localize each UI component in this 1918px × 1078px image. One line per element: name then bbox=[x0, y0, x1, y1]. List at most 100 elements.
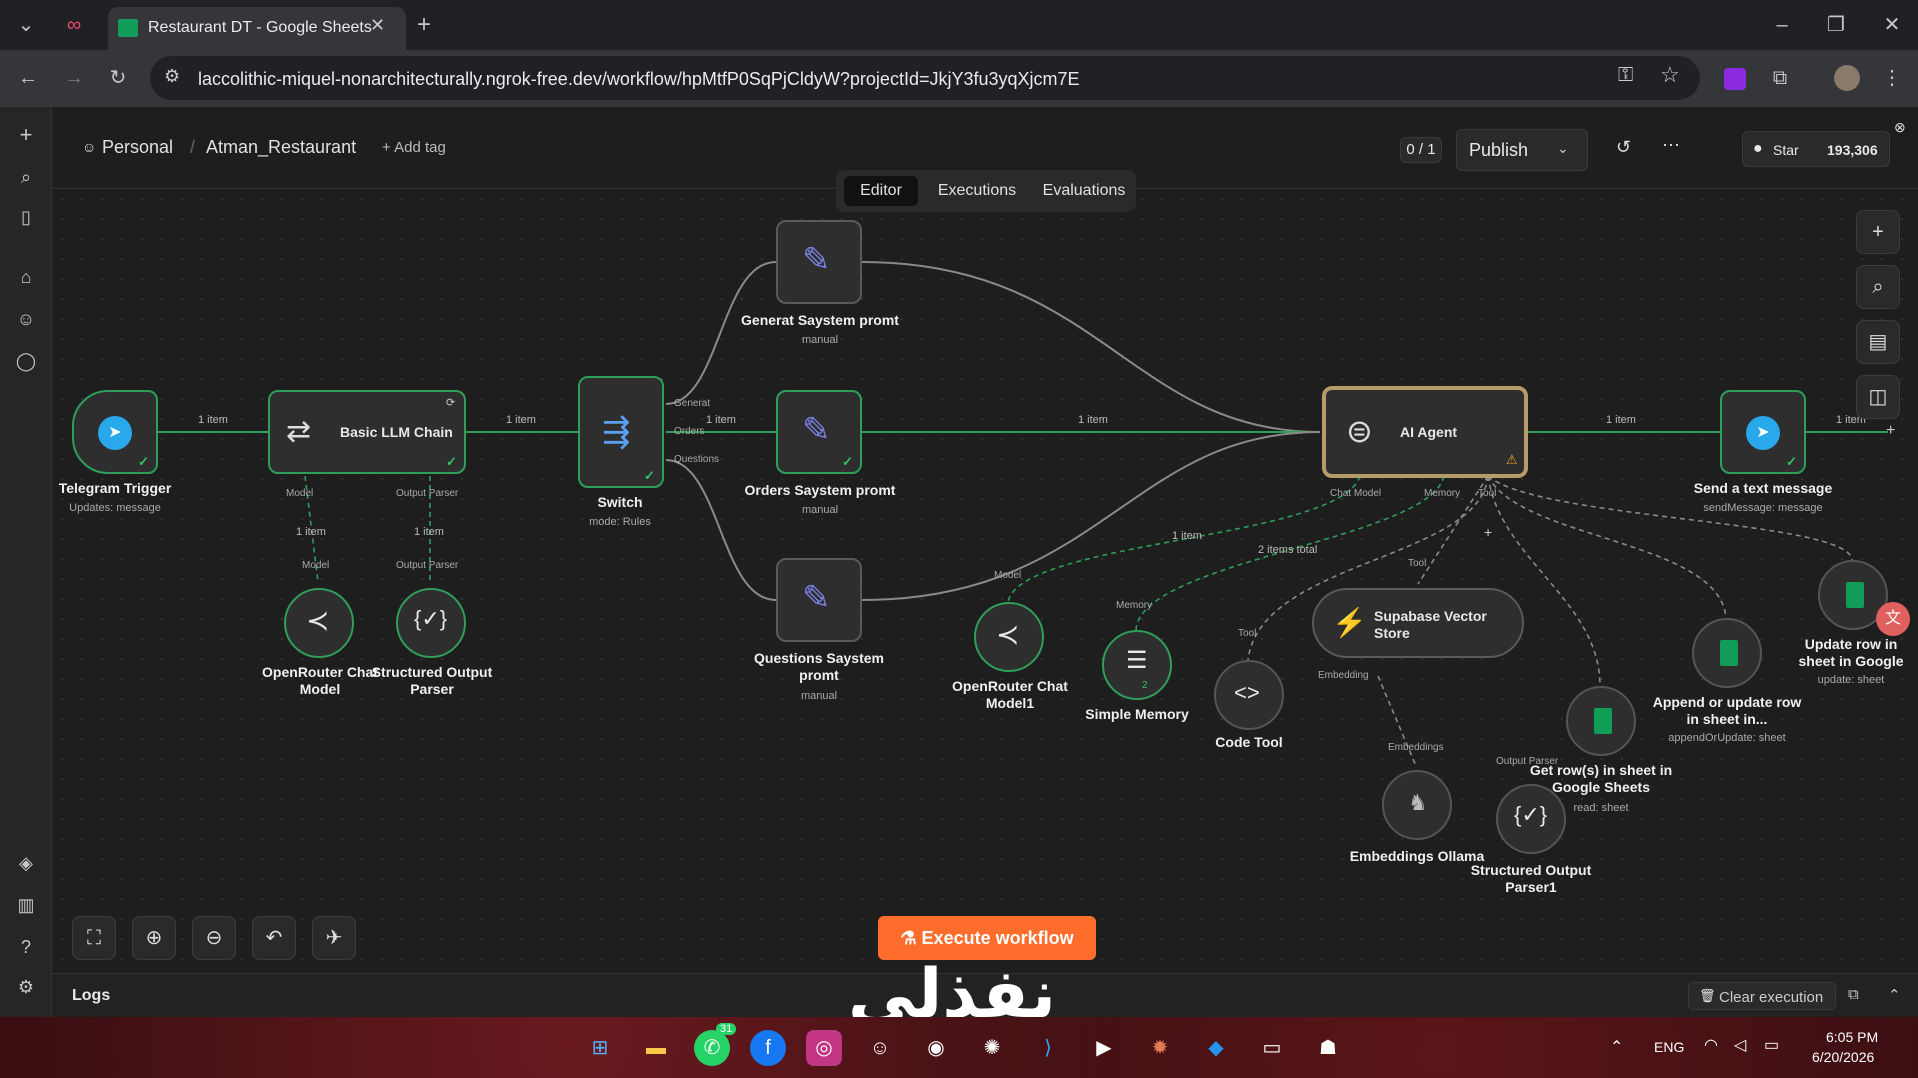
get-rows-label: Get row(s) in sheet in Google Sheets bbox=[1529, 762, 1673, 795]
facebook-icon[interactable]: f bbox=[750, 1030, 786, 1066]
google-sheets-icon bbox=[1594, 708, 1612, 734]
node-basic-llm-chain[interactable]: ⇄ Basic LLM Chain ⟳ ✓ bbox=[268, 390, 466, 474]
toggle-panel-button[interactable]: ◫ bbox=[1856, 375, 1900, 419]
switch-label: Switch bbox=[597, 494, 643, 510]
claude-icon[interactable]: ✹ bbox=[1142, 1030, 1178, 1066]
whatsapp-icon[interactable]: ✆ bbox=[694, 1030, 730, 1066]
add-tool-icon[interactable]: + bbox=[1484, 524, 1492, 540]
telegram-trigger-label: Telegram Trigger bbox=[58, 480, 172, 496]
node-code-tool[interactable]: <> bbox=[1214, 660, 1284, 730]
success-check-icon: ✓ bbox=[644, 468, 655, 483]
basic-llm-label: Basic LLM Chain bbox=[340, 424, 453, 440]
port-embeddings-label: Embeddings bbox=[1388, 742, 1444, 753]
switch-sub: mode: Rules bbox=[589, 516, 651, 528]
node-supabase-vector-store[interactable]: ⚡ Supabase Vector Store bbox=[1312, 588, 1524, 658]
node-get-rows[interactable] bbox=[1566, 686, 1636, 756]
get-rows-sub: read: sheet bbox=[1573, 802, 1629, 814]
translate-badge-icon[interactable]: 文 bbox=[1876, 602, 1910, 636]
instagram-icon[interactable]: ◎ bbox=[806, 1030, 842, 1066]
node-send-text-message[interactable]: ➤ ✓ bbox=[1720, 390, 1806, 474]
edge-label: 1 item bbox=[296, 526, 326, 538]
node-embeddings-ollama[interactable]: ♞ bbox=[1382, 770, 1452, 840]
edge-agent-append bbox=[1487, 475, 1727, 619]
port-model-label: Model bbox=[994, 570, 1022, 581]
sticky-note-button[interactable]: ▤ bbox=[1856, 320, 1900, 364]
undo-button[interactable]: ↶ bbox=[252, 916, 296, 960]
flask-icon: ⚗ bbox=[900, 928, 922, 948]
node-orders-prompt[interactable]: ✎ ✓ bbox=[776, 390, 862, 474]
node-structured-output-parser[interactable]: {✓} bbox=[396, 588, 466, 658]
port-tool-label: Tool bbox=[1408, 558, 1427, 569]
media-player-icon[interactable]: ▶ bbox=[1086, 1030, 1122, 1066]
success-check-icon: ✓ bbox=[842, 454, 853, 469]
openrouter1-label: OpenRouter Chat Model1 bbox=[952, 678, 1068, 711]
refresh-icon: ⟳ bbox=[446, 397, 456, 409]
file-explorer-icon[interactable]: ▬ bbox=[638, 1030, 674, 1066]
node-telegram-trigger[interactable]: ➤ ✓ bbox=[72, 390, 158, 474]
openrouter-icon: ≺ bbox=[996, 619, 1020, 650]
node-switch[interactable]: ⇶ ✓ bbox=[578, 376, 664, 488]
vscode-icon[interactable]: ⟩ bbox=[1030, 1030, 1066, 1066]
terminal-icon[interactable]: ▭ bbox=[1254, 1030, 1290, 1066]
port-model-label: Model bbox=[302, 560, 330, 571]
ai-agent-label: AI Agent bbox=[1400, 424, 1458, 440]
telegram-icon: ➤ bbox=[98, 416, 132, 450]
port-memory-label: Memory bbox=[1424, 488, 1461, 499]
update-row-label: Update row in sheet in Google Sheets bbox=[1798, 636, 1904, 669]
node-generat-prompt[interactable]: ✎ bbox=[776, 220, 862, 304]
node-append-row[interactable] bbox=[1692, 618, 1762, 688]
append-row-sub: appendOrUpdate: sheet bbox=[1668, 732, 1786, 744]
volume-icon[interactable]: ◁ bbox=[1734, 1035, 1746, 1055]
windows-taskbar: ⊞ ▬ ✆ 31 f ◎ ☺ ◉ ✺ ⟩ ▶ ✹ ◆ ▭ ☗ ⌃ ENG ◠ ◁… bbox=[0, 1017, 1918, 1078]
structured-parser-label: Structured Output Parser bbox=[371, 664, 493, 697]
edge-label: 1 item bbox=[506, 414, 536, 426]
tidy-up-button[interactable]: ✈ bbox=[312, 916, 356, 960]
port-memory-label: Memory bbox=[1116, 600, 1153, 611]
tray-chevron-icon[interactable]: ⌃ bbox=[1610, 1037, 1623, 1057]
language-indicator[interactable]: ENG bbox=[1654, 1039, 1684, 1055]
edge-label: 1 item bbox=[414, 526, 444, 538]
success-check-icon: ✓ bbox=[138, 454, 149, 469]
braces-icon: {✓} bbox=[414, 606, 448, 631]
success-check-icon: ✓ bbox=[1786, 454, 1797, 469]
memory-count: 2 bbox=[1142, 680, 1148, 691]
llama-icon: ♞ bbox=[1408, 790, 1428, 815]
openrouter-icon: ≺ bbox=[306, 605, 330, 636]
edge-label: 1 item bbox=[706, 414, 736, 426]
generat-prompt-sub: manual bbox=[801, 334, 839, 346]
add-node-button[interactable]: + bbox=[1856, 210, 1900, 254]
robot-icon: ⊜ bbox=[1346, 413, 1373, 449]
app-icon[interactable]: ☺ bbox=[862, 1030, 898, 1066]
orders-prompt-sub: manual bbox=[801, 504, 839, 516]
node-simple-memory[interactable]: ☰ 2 bbox=[1102, 630, 1172, 700]
simple-memory-label: Simple Memory bbox=[1085, 706, 1189, 722]
add-node-icon[interactable]: + bbox=[1886, 422, 1895, 440]
fit-view-button[interactable]: ⛶ bbox=[72, 916, 116, 960]
port-orders-label: Orders bbox=[674, 426, 705, 437]
node-ai-agent[interactable]: ⊜ AI Agent ⚠ bbox=[1322, 386, 1528, 478]
clock-time[interactable]: 6:05 PM bbox=[1826, 1029, 1878, 1045]
battery-icon[interactable]: ▭ bbox=[1764, 1035, 1779, 1055]
success-check-icon: ✓ bbox=[446, 454, 457, 469]
update-row-sub: update: sheet bbox=[1817, 674, 1885, 686]
node-questions-prompt[interactable]: ✎ bbox=[776, 558, 862, 642]
zoom-out-button[interactable]: ⊖ bbox=[192, 916, 236, 960]
node-openrouter-chat-model[interactable]: ≺ bbox=[284, 588, 354, 658]
chatgpt-icon[interactable]: ✺ bbox=[974, 1030, 1010, 1066]
port-generat-label: Generat bbox=[674, 398, 711, 409]
chrome-icon[interactable]: ◉ bbox=[918, 1030, 954, 1066]
wifi-icon[interactable]: ◠ bbox=[1704, 1035, 1718, 1055]
send-text-label: Send a text message bbox=[1693, 480, 1833, 496]
windows-start-icon[interactable]: ⊞ bbox=[582, 1030, 618, 1066]
execute-workflow-button[interactable]: ⚗ Execute workflow bbox=[878, 916, 1096, 960]
docker-icon[interactable]: ◆ bbox=[1198, 1030, 1234, 1066]
clock-date[interactable]: 6/20/2026 bbox=[1812, 1049, 1874, 1065]
android-icon[interactable]: ☗ bbox=[1310, 1030, 1346, 1066]
edge-switch-questions bbox=[665, 459, 777, 601]
append-row-label: Append or update row in sheet in... bbox=[1652, 694, 1802, 727]
zoom-in-button[interactable]: ⊕ bbox=[132, 916, 176, 960]
node-openrouter-chat-model1[interactable]: ≺ bbox=[974, 602, 1044, 672]
orders-prompt-label: Orders Saystem promt bbox=[744, 482, 896, 498]
edit-icon: ✎ bbox=[802, 411, 831, 449]
search-nodes-button[interactable]: ⌕ bbox=[1856, 265, 1900, 309]
